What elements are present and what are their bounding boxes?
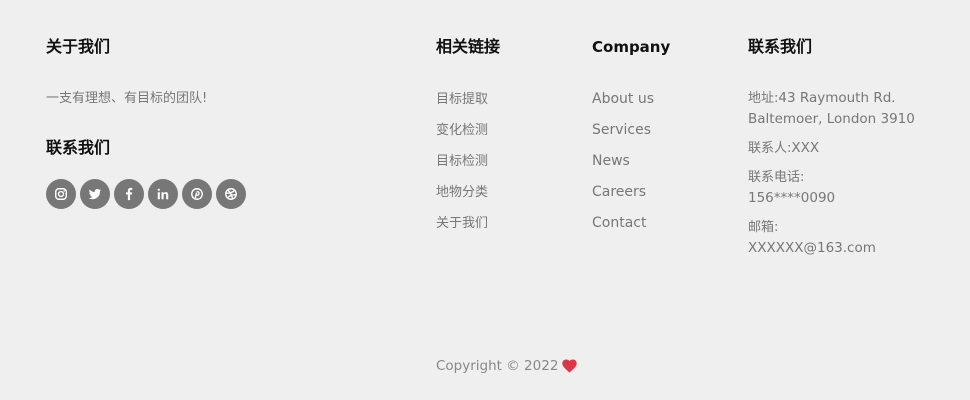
link-land-classification[interactable]: 地物分类 [436, 185, 488, 200]
address-line2: Baltemoer, London 3910 [748, 111, 915, 127]
linkedin-link[interactable] [148, 179, 178, 209]
link-services[interactable]: Services [592, 122, 651, 138]
email-value[interactable]: XXXXXX@163.com [748, 240, 876, 256]
contact-details: 地址:43 Raymouth Rd. Baltemoer, London 391… [748, 88, 948, 259]
about-section: 关于我们 一支有理想、有目标的团队! 联系我们 [46, 36, 376, 209]
dribbble-icon [225, 188, 237, 200]
list-item: 关于我们 [436, 212, 576, 243]
list-item: News [592, 150, 732, 181]
linkedin-icon [157, 188, 169, 200]
phone-value: 156****0090 [748, 190, 836, 206]
twitter-link[interactable] [80, 179, 110, 209]
about-heading: 关于我们 [46, 37, 111, 56]
pinterest-link[interactable] [182, 179, 212, 209]
link-about-us[interactable]: About us [592, 91, 654, 107]
link-news[interactable]: News [592, 153, 630, 169]
contact-address: 地址:43 Raymouth Rd. Baltemoer, London 391… [748, 88, 948, 130]
list-item: Services [592, 119, 732, 150]
link-target-extraction[interactable]: 目标提取 [436, 92, 488, 107]
person-value: XXX [791, 140, 820, 156]
dribbble-link[interactable] [216, 179, 246, 209]
link-object-detection[interactable]: 目标检测 [436, 154, 488, 169]
list-item: Careers [592, 181, 732, 212]
address-label: 地址: [748, 91, 779, 106]
instagram-link[interactable] [46, 179, 76, 209]
email-label: 邮箱: [748, 220, 779, 235]
contact-person: 联系人:XXX [748, 138, 948, 159]
address-line1: 43 Raymouth Rd. [778, 90, 896, 106]
contact-section: 联系我们 地址:43 Raymouth Rd. Baltemoer, Londo… [748, 36, 948, 267]
related-links-section: 相关链接 目标提取 变化检测 目标检测 地物分类 关于我们 [436, 36, 576, 243]
company-links-list: About us Services News Careers Contact [592, 88, 732, 243]
link-careers[interactable]: Careers [592, 184, 646, 200]
related-links-heading: 相关链接 [436, 37, 501, 56]
list-item: Contact [592, 212, 732, 243]
phone-label: 联系电话: [748, 170, 805, 185]
related-links-list: 目标提取 变化检测 目标检测 地物分类 关于我们 [436, 88, 576, 243]
about-text: 一支有理想、有目标的团队! [46, 91, 208, 106]
link-contact[interactable]: Contact [592, 215, 646, 231]
list-item: About us [592, 88, 732, 119]
contact-phone: 联系电话: 156****0090 [748, 167, 948, 209]
company-heading: Company [592, 38, 671, 56]
social-links [46, 179, 376, 209]
about-contact-heading: 联系我们 [46, 138, 111, 157]
link-change-detection[interactable]: 变化检测 [436, 123, 488, 138]
list-item: 地物分类 [436, 181, 576, 212]
instagram-icon [55, 188, 67, 200]
heart-icon [562, 359, 578, 373]
contact-email: 邮箱: XXXXXX@163.com [748, 217, 948, 259]
copyright-text: Copyright © 2022 [436, 358, 559, 374]
link-about-us-cn[interactable]: 关于我们 [436, 216, 488, 231]
company-section: Company About us Services News Careers C… [592, 36, 732, 243]
twitter-icon [88, 189, 102, 200]
list-item: 变化检测 [436, 119, 576, 150]
facebook-icon [126, 187, 133, 201]
copyright: Copyright © 2022 [436, 358, 578, 374]
list-item: 目标检测 [436, 150, 576, 181]
contact-heading: 联系我们 [748, 37, 813, 56]
person-label: 联系人: [748, 141, 792, 156]
list-item: 目标提取 [436, 88, 576, 119]
facebook-link[interactable] [114, 179, 144, 209]
pinterest-icon [191, 188, 203, 200]
